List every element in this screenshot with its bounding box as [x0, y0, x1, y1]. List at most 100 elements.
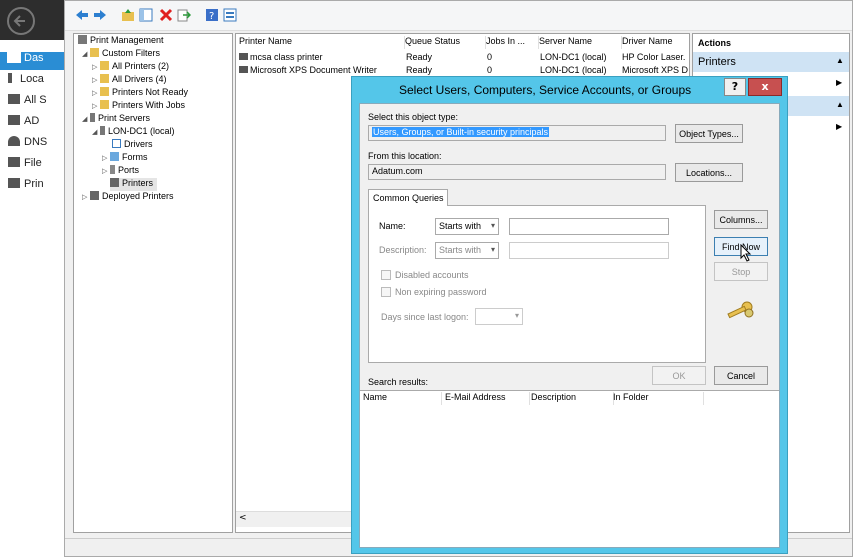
- more-actions-icon[interactable]: ▶: [836, 122, 842, 131]
- column-header[interactable]: Server Name: [536, 36, 622, 49]
- forms-icon: [110, 152, 119, 161]
- actions-header: Actions: [698, 38, 732, 48]
- tree-item-all-printers[interactable]: ▷ All Printers (2): [92, 61, 169, 74]
- close-button[interactable]: x: [748, 78, 782, 96]
- name-mode-select[interactable]: Starts with ▾: [435, 218, 499, 235]
- sidebar-item-ad[interactable]: AD: [8, 115, 68, 133]
- tree-item-print-management[interactable]: Print Management: [78, 35, 164, 48]
- results-column-header[interactable]: Name: [360, 392, 442, 405]
- up-folder-icon[interactable]: [121, 8, 135, 22]
- column-header[interactable]: Driver Name: [619, 36, 693, 49]
- toolbar: ?: [65, 1, 852, 31]
- description-mode-select[interactable]: Starts with ▾: [435, 242, 499, 259]
- location-field[interactable]: Adatum.com: [368, 164, 666, 180]
- search-results-label: Search results:: [368, 377, 429, 387]
- filter-icon: [100, 100, 109, 109]
- print-management-icon: [78, 35, 87, 44]
- dialog-title: Select Users, Computers, Service Account…: [399, 83, 692, 97]
- properties-icon[interactable]: [223, 8, 237, 22]
- server-icon: [100, 126, 105, 135]
- disabled-accounts-label: Disabled accounts: [395, 270, 469, 280]
- server-icon: [8, 73, 12, 83]
- location-label: From this location:: [368, 151, 442, 161]
- export-icon[interactable]: [177, 8, 191, 22]
- dashboard-icon: [7, 52, 21, 63]
- printer-icon: [239, 66, 248, 73]
- sidebar-item-local-server[interactable]: Loca: [8, 73, 68, 91]
- results-column-header[interactable]: Description: [528, 392, 614, 405]
- tree-item-printers[interactable]: Printers: [110, 178, 158, 191]
- locations-button[interactable]: Locations...: [675, 163, 743, 182]
- name-input[interactable]: [509, 218, 669, 235]
- tree-item-drivers[interactable]: Drivers: [112, 139, 153, 152]
- file-icon: [8, 157, 20, 167]
- object-type-label: Select this object type:: [368, 112, 459, 122]
- tree-item-forms[interactable]: ▷ Forms: [102, 152, 148, 165]
- chevron-down-icon: ▾: [490, 221, 495, 230]
- delete-icon[interactable]: [159, 8, 173, 22]
- ports-icon: [110, 165, 115, 174]
- tree-item-printers-not-ready[interactable]: ▷ Printers Not Ready: [92, 87, 188, 100]
- description-input[interactable]: [509, 242, 669, 259]
- help-button[interactable]: ?: [724, 78, 746, 96]
- chevron-down-icon: ▾: [514, 311, 519, 320]
- tree-item-print-servers[interactable]: ◢ Print Servers: [82, 113, 150, 126]
- tree-item-custom-filters[interactable]: ◢ Custom Filters: [82, 48, 160, 61]
- select-users-dialog: Select Users, Computers, Service Account…: [351, 76, 788, 554]
- console-tree: Print Management ◢ Custom Filters ▷ All Pr…: [73, 33, 233, 533]
- ad-icon: [8, 115, 20, 125]
- actions-section-printers[interactable]: Printers ▲: [693, 52, 849, 72]
- filter-folder-icon: [90, 48, 99, 57]
- object-type-field[interactable]: Users, Groups, or Built-in security prin…: [368, 125, 666, 141]
- sidebar-item-all-servers[interactable]: All S: [8, 94, 68, 112]
- tree-item-ports[interactable]: ▷ Ports: [102, 165, 139, 178]
- sidebar-item-file[interactable]: File: [8, 157, 68, 175]
- search-keys-icon: [727, 301, 754, 319]
- stop-button[interactable]: Stop: [714, 262, 768, 281]
- results-column-header[interactable]: E-Mail Address: [442, 392, 530, 405]
- drivers-icon: [112, 139, 121, 148]
- sidebar-item-dns[interactable]: DNS: [8, 136, 68, 154]
- cancel-button[interactable]: Cancel: [714, 366, 768, 385]
- back-arrow-icon[interactable]: [75, 8, 89, 22]
- disabled-accounts-checkbox[interactable]: [381, 270, 391, 280]
- collapse-icon[interactable]: ▲: [836, 56, 844, 65]
- forward-arrow-icon[interactable]: [93, 8, 107, 22]
- printer-icon: [239, 53, 248, 60]
- columns-button[interactable]: Columns...: [714, 210, 768, 229]
- help-icon[interactable]: ?: [205, 8, 219, 22]
- tab-common-queries[interactable]: Common Queries: [368, 189, 448, 206]
- back-icon[interactable]: [6, 6, 36, 36]
- column-header[interactable]: Jobs In ...: [483, 36, 539, 49]
- tree-item-lon-dc1[interactable]: ◢ LON-DC1 (local): [92, 126, 175, 139]
- dialog-titlebar[interactable]: Select Users, Computers, Service Account…: [352, 77, 787, 103]
- days-since-logon-select[interactable]: ▾: [475, 308, 523, 325]
- more-actions-icon[interactable]: ▶: [836, 78, 842, 87]
- description-label: Description:: [379, 245, 427, 255]
- tree-item-printers-with-jobs[interactable]: ▷ Printers With Jobs: [92, 100, 185, 113]
- name-label: Name:: [379, 221, 406, 231]
- server-icon: [90, 113, 95, 122]
- sidebar-item-print[interactable]: Prin: [8, 178, 68, 196]
- non-expiring-checkbox[interactable]: [381, 287, 391, 297]
- search-results-list[interactable]: Name E-Mail Address Description In Folde…: [360, 390, 779, 547]
- table-row[interactable]: mcsa class printer Ready 0 LON-DC1 (loca…: [236, 52, 689, 65]
- filter-icon: [100, 87, 109, 96]
- object-types-button[interactable]: Object Types...: [675, 124, 743, 143]
- printer-icon: [110, 178, 119, 187]
- ok-button[interactable]: OK: [652, 366, 706, 385]
- svg-text:?: ?: [209, 11, 214, 22]
- filter-icon: [100, 61, 109, 70]
- filter-icon: [100, 74, 109, 83]
- tree-item-deployed-printers[interactable]: ▷ Deployed Printers: [82, 191, 174, 204]
- collapse-icon[interactable]: ▲: [836, 100, 844, 109]
- servers-icon: [8, 94, 20, 104]
- tree-item-all-drivers[interactable]: ▷ All Drivers (4): [92, 74, 167, 87]
- column-header[interactable]: Printer Name: [236, 36, 405, 49]
- show-hide-tree-icon[interactable]: [139, 8, 153, 22]
- column-header[interactable]: Queue Status: [402, 36, 486, 49]
- common-queries-panel: Name: Starts with ▾ Description: Starts w…: [368, 205, 706, 363]
- results-column-header[interactable]: In Folder: [610, 392, 704, 405]
- scroll-left-icon[interactable]: <: [239, 513, 247, 523]
- printer-icon: [8, 178, 20, 188]
